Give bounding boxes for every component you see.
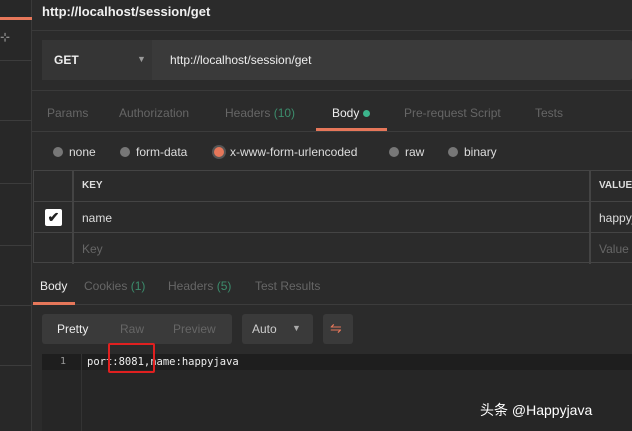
method-select[interactable]: GET ▼ — [42, 40, 152, 80]
tab-label: Headers — [225, 106, 271, 120]
count-badge: (1) — [130, 279, 146, 293]
table-row-empty: Key Value — [34, 233, 632, 264]
header-cell — [34, 171, 74, 201]
wrap-lines-button[interactable]: ⇋ — [323, 314, 353, 344]
chevron-down-icon: ▼ — [292, 323, 301, 333]
divider — [0, 183, 32, 184]
radio-raw[interactable]: raw — [389, 145, 424, 159]
divider — [0, 365, 32, 366]
divider — [0, 305, 32, 306]
chevron-down-icon: ▼ — [137, 54, 146, 64]
checkbox-cell: ✔ — [34, 202, 74, 232]
sidebar: ⊹ — [0, 0, 32, 431]
preview-button[interactable]: Preview — [173, 322, 216, 336]
value-input[interactable]: Value — [591, 233, 632, 264]
radio-label: raw — [405, 145, 425, 159]
tab-label: Cookies — [84, 279, 128, 293]
radio-label: form-data — [136, 145, 188, 159]
line-number: 1 — [60, 356, 67, 367]
key-input[interactable]: Key — [74, 233, 591, 264]
divider — [0, 60, 32, 61]
checkbox-checked-icon[interactable]: ✔ — [45, 209, 62, 226]
url-bar: GET ▼ http://localhost/session/get — [42, 40, 632, 80]
pretty-button[interactable]: Pretty — [57, 322, 88, 336]
highlight-annotation — [108, 343, 155, 373]
format-select[interactable]: Auto ▼ — [242, 314, 313, 344]
header-key: KEY — [74, 171, 591, 201]
divider — [32, 304, 632, 305]
active-tab-indicator — [316, 128, 387, 131]
radio-icon — [53, 147, 63, 157]
table-header-row: KEY VALUE — [34, 171, 632, 202]
tab-tests[interactable]: Tests — [535, 106, 563, 120]
radio-binary[interactable]: binary — [448, 145, 497, 159]
tab-label: Body — [332, 106, 360, 120]
divider — [0, 245, 32, 246]
divider — [32, 90, 632, 91]
divider — [0, 120, 32, 121]
status-dot-icon — [362, 110, 370, 117]
radio-selected-icon — [214, 147, 224, 157]
table-row: ✔ name happyjava — [34, 202, 632, 233]
tab-headers[interactable]: Headers (10) — [225, 106, 295, 120]
sidebar-active-indicator — [0, 17, 32, 20]
divider — [32, 131, 632, 132]
method-label: GET — [54, 53, 79, 67]
active-tab-indicator — [33, 302, 75, 305]
tab-pre-request-script[interactable]: Pre-request Script — [404, 106, 501, 120]
tab-label: Headers — [168, 279, 214, 293]
request-title: http://localhost/session/get — [42, 4, 211, 19]
radio-label: x-www-form-urlencoded — [230, 145, 358, 159]
watermark: 头条 @Happyjava — [480, 402, 593, 418]
tab-params[interactable]: Params — [47, 106, 88, 120]
radio-form-data[interactable]: form-data — [120, 145, 187, 159]
radio-x-www-form-urlencoded[interactable]: x-www-form-urlencoded — [214, 145, 357, 159]
count-badge: (10) — [273, 106, 296, 120]
count-badge: (5) — [216, 279, 232, 293]
response-tab-cookies[interactable]: Cookies (1) — [84, 279, 145, 293]
tab-authorization[interactable]: Authorization — [119, 106, 189, 120]
response-tab-test-results[interactable]: Test Results — [255, 279, 320, 293]
radio-label: binary — [464, 145, 497, 159]
checkbox-cell — [34, 233, 74, 264]
new-tab-icon[interactable]: ⊹ — [0, 30, 10, 44]
divider — [32, 30, 632, 31]
raw-button[interactable]: Raw — [120, 322, 144, 336]
view-mode-group: Pretty Raw Preview — [42, 314, 232, 344]
key-input[interactable]: name — [74, 202, 591, 232]
params-table: KEY VALUE ✔ name happyjava Key Value — [33, 170, 632, 264]
radio-icon — [389, 147, 399, 157]
format-label: Auto — [252, 322, 277, 336]
response-tab-body[interactable]: Body — [40, 279, 67, 293]
radio-icon — [448, 147, 458, 157]
radio-label: none — [69, 145, 96, 159]
wrap-icon: ⇋ — [330, 320, 342, 336]
radio-none[interactable]: none — [53, 145, 96, 159]
response-tab-headers[interactable]: Headers (5) — [168, 279, 231, 293]
url-input[interactable]: http://localhost/session/get — [170, 53, 311, 67]
radio-icon — [120, 147, 130, 157]
tab-body[interactable]: Body — [332, 106, 370, 120]
value-input[interactable]: happyjava — [591, 202, 632, 232]
header-value: VALUE — [599, 180, 632, 191]
